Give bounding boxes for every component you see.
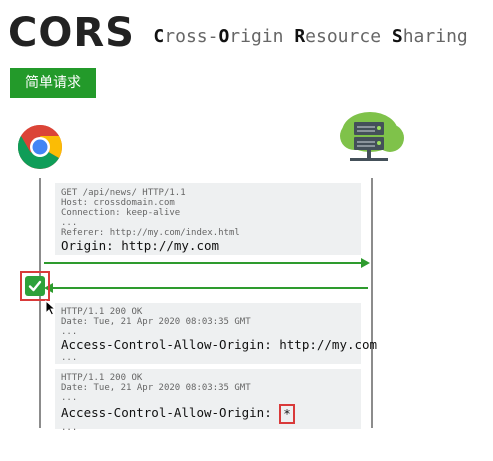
allow-origin-header: Access-Control-Allow-Origin: * — [61, 403, 355, 424]
response-line: ... — [61, 327, 78, 337]
subtitle-initial: S — [391, 25, 403, 47]
subtitle-rest: ross- — [164, 25, 219, 47]
response-arrow — [44, 283, 368, 293]
client-lifeline — [39, 178, 41, 428]
subtitle-initial: C — [153, 25, 165, 47]
response-line: HTTP/1.1 200 OK — [61, 307, 143, 317]
chrome-browser-icon — [17, 124, 63, 170]
simple-request-tag: 简单请求 — [10, 68, 96, 98]
title-subtitle: Cross-Origin Resource Sharing — [153, 26, 467, 47]
subtitle-initial: O — [218, 25, 230, 47]
wildcard-highlight: * — [279, 404, 295, 424]
response-line: Date: Tue, 21 Apr 2020 08:03:35 GMT — [61, 317, 251, 327]
response-panel-wildcard-origin: HTTP/1.1 200 OK Date: Tue, 21 Apr 2020 0… — [55, 369, 361, 433]
subtitle-initial: R — [294, 25, 306, 47]
allow-origin-header-name: Access-Control-Allow-Origin: — [61, 405, 280, 420]
check-mark-icon — [25, 276, 45, 296]
request-line: Referer: http://my.com/index.html — [61, 228, 240, 238]
allow-origin-header: Access-Control-Allow-Origin: http://my.c… — [61, 337, 378, 352]
request-line: Host: crossdomain.com — [61, 198, 175, 208]
response-line: Date: Tue, 21 Apr 2020 08:03:35 GMT — [61, 383, 251, 393]
server-lifeline — [371, 178, 373, 428]
request-line: Connection: keep-alive — [61, 208, 181, 218]
request-arrow — [44, 258, 370, 268]
origin-header: Origin: http://my.com — [61, 238, 220, 253]
server-cloud-icon — [336, 110, 408, 172]
page-title: CORS Cross-Origin Resource Sharing — [8, 10, 468, 56]
subtitle-rest: haring — [402, 25, 468, 47]
request-line: GET /api/news/ HTTP/1.1 — [61, 188, 186, 198]
response-line: ... — [61, 423, 78, 433]
subtitle-rest: esource — [305, 25, 392, 47]
response-line: HTTP/1.1 200 OK — [61, 373, 143, 383]
request-line: ... — [61, 218, 78, 228]
check-highlight-box — [20, 271, 50, 301]
title-main: CORS — [8, 10, 135, 56]
response-panel-specific-origin: HTTP/1.1 200 OK Date: Tue, 21 Apr 2020 0… — [55, 303, 378, 364]
request-panel: GET /api/news/ HTTP/1.1 Host: crossdomai… — [55, 183, 361, 255]
subtitle-rest: rigin — [229, 25, 295, 47]
response-line: ... — [61, 353, 78, 363]
response-line: ... — [61, 393, 78, 403]
